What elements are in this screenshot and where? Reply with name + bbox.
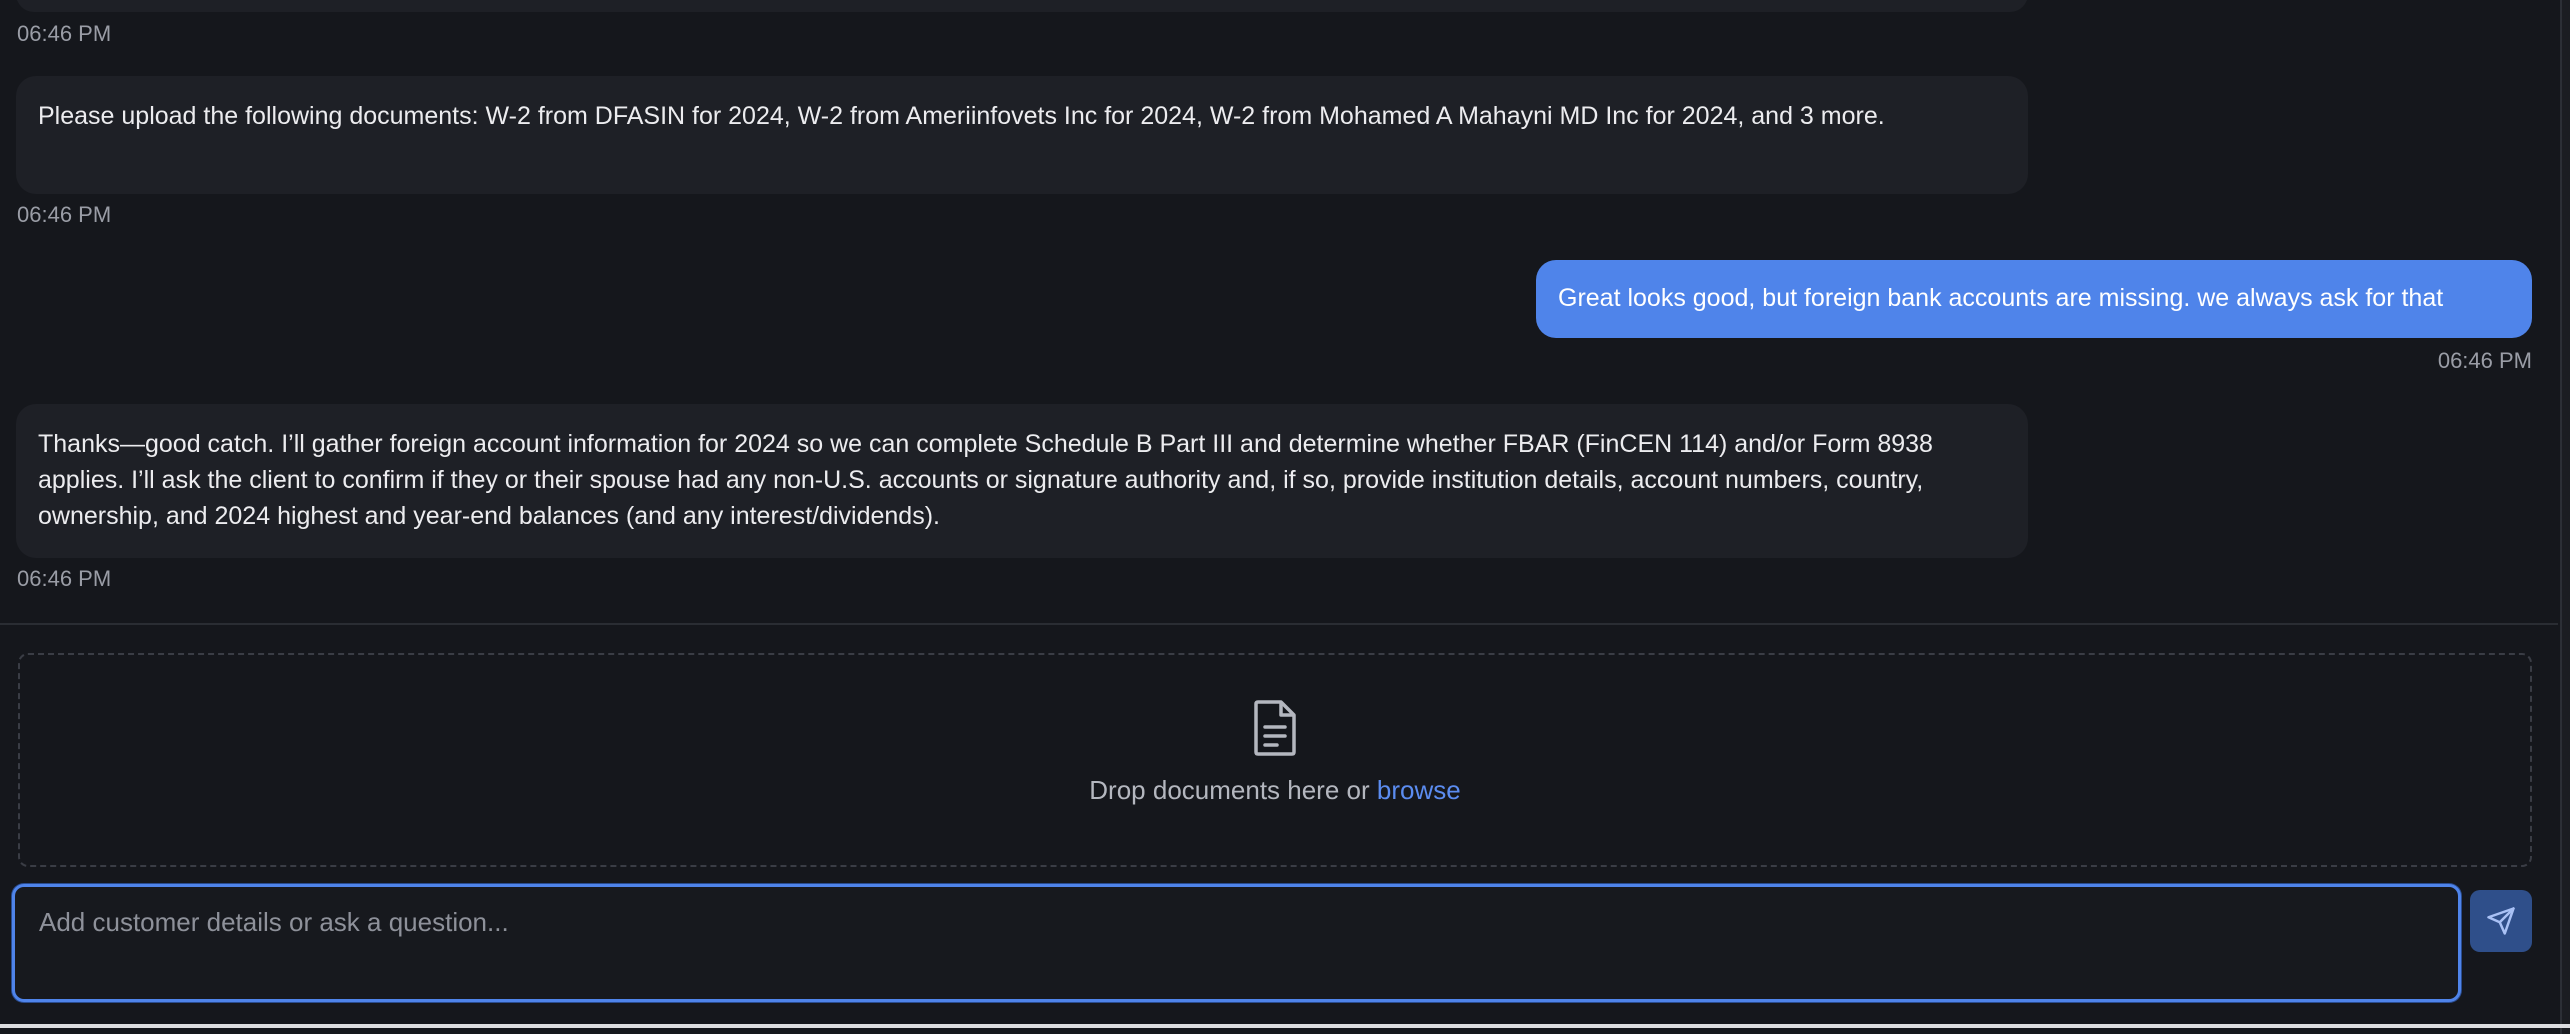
user-message-text: Great looks good, but foreign bank accou… — [1558, 284, 2444, 312]
composer-divider — [0, 623, 2558, 625]
window-bottom-edge — [0, 1024, 2570, 1028]
scrollbar[interactable] — [2560, 0, 2570, 1034]
send-icon — [2487, 907, 2515, 935]
message-timestamp: 06:46 PM — [17, 202, 112, 227]
message-timestamp: 06:46 PM — [17, 21, 112, 46]
browse-link[interactable]: browse — [1377, 775, 1461, 805]
previous-message-bubble — [16, 0, 2028, 12]
document-icon — [1254, 700, 1296, 756]
assistant-message-text: Thanks—good catch. I’ll gather foreign a… — [38, 430, 1933, 530]
message-input[interactable] — [15, 887, 2458, 999]
message-timestamp: 06:46 PM — [17, 566, 112, 591]
assistant-message: Thanks—good catch. I’ll gather foreign a… — [16, 404, 2028, 558]
message-timestamp: 06:46 PM — [2437, 348, 2532, 373]
composer-input-wrapper — [12, 884, 2461, 1002]
user-message: Great looks good, but foreign bank accou… — [1536, 260, 2532, 338]
dropzone-label: Drop documents here or browse — [0, 774, 2550, 806]
assistant-message: Please upload the following documents: W… — [16, 76, 2028, 194]
document-dropzone[interactable] — [18, 653, 2532, 867]
chat-app: 06:46 PM Please upload the following doc… — [0, 0, 2570, 1034]
send-button[interactable] — [2470, 890, 2532, 952]
assistant-message-text: Please upload the following documents: W… — [38, 102, 1885, 130]
message-list: 06:46 PM Please upload the following doc… — [0, 0, 2558, 623]
dropzone-text: Drop documents here or — [1089, 775, 1370, 805]
